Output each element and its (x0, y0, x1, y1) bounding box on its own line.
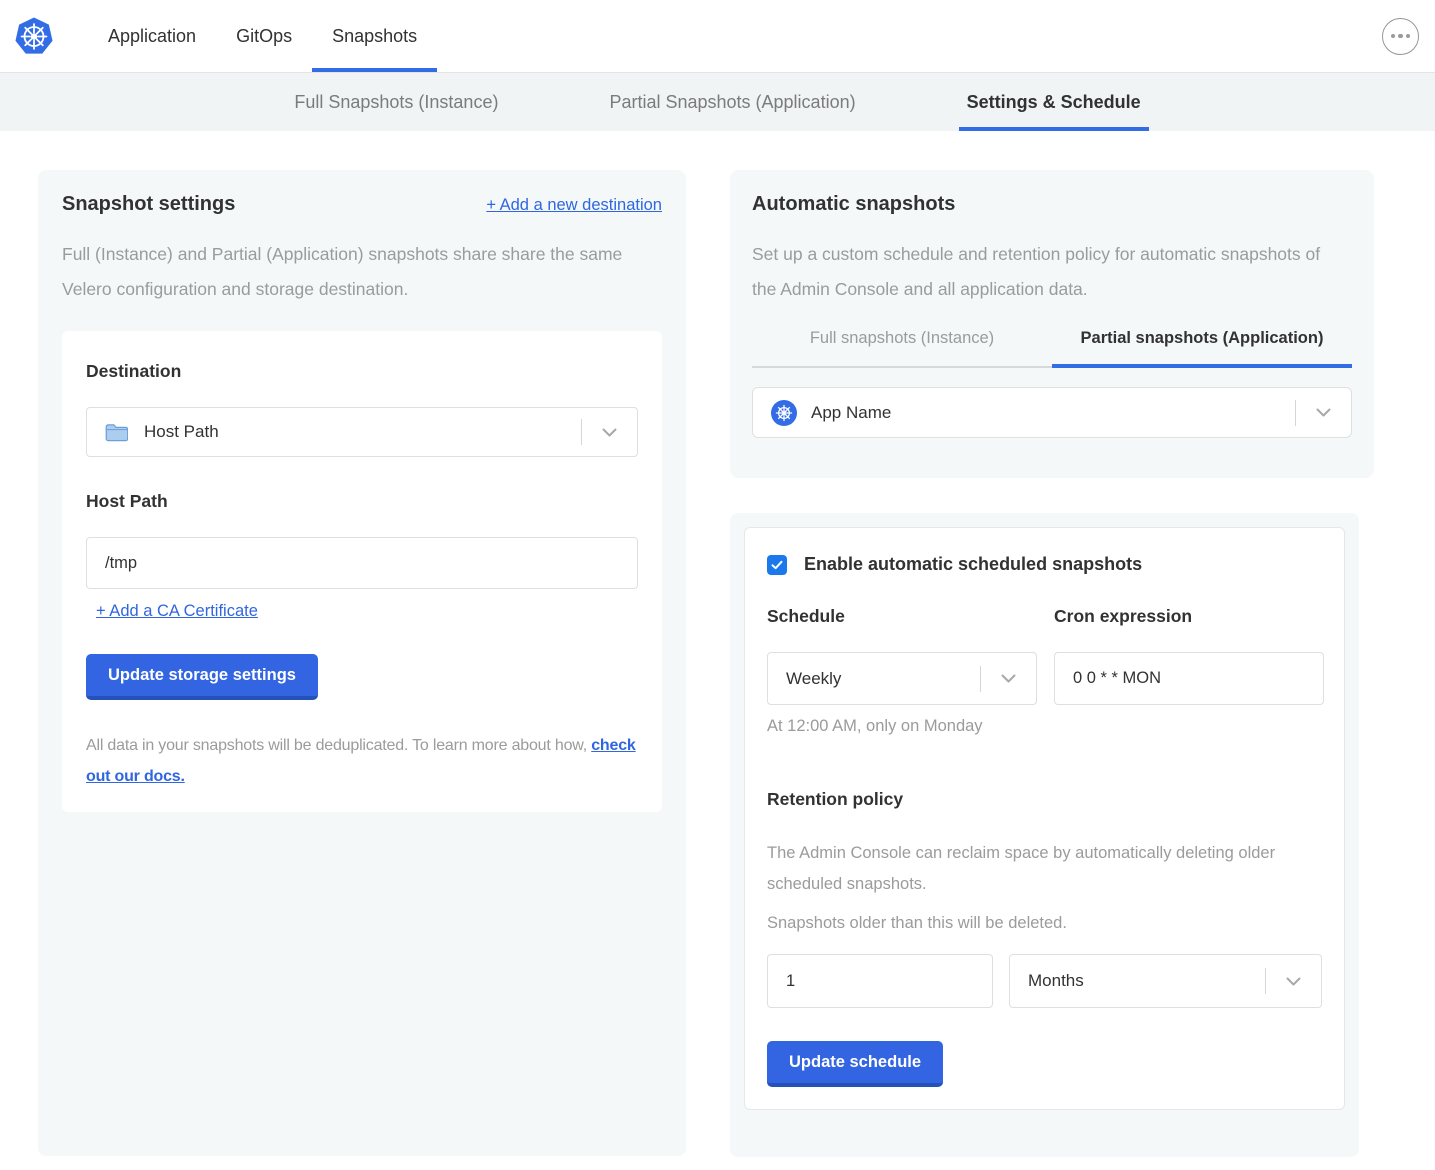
schedule-section: Enable automatic scheduled snapshots Sch… (730, 513, 1359, 1157)
enable-snapshots-row: Enable automatic scheduled snapshots (767, 554, 1322, 575)
automatic-snapshots-card: Automatic snapshots Set up a custom sche… (730, 170, 1374, 478)
cron-readable-hint: At 12:00 AM, only on Monday (767, 717, 1322, 736)
subnav-tab-settings-schedule[interactable]: Settings & Schedule (959, 73, 1149, 131)
app-select-value: App Name (811, 403, 891, 423)
destination-select[interactable]: Host Path (86, 407, 638, 457)
subnav-tab-full-snapshots[interactable]: Full Snapshots (Instance) (286, 73, 506, 131)
retention-unit-select[interactable]: Months (1009, 954, 1322, 1008)
kubernetes-logo-icon (15, 0, 53, 72)
more-options-button[interactable] (1382, 18, 1419, 55)
tab-partial-snapshots-application[interactable]: Partial snapshots (Application) (1052, 329, 1352, 368)
automatic-snapshots-description: Set up a custom schedule and retention p… (752, 237, 1337, 307)
destination-value: Host Path (144, 422, 219, 442)
add-destination-link[interactable]: + Add a new destination (486, 196, 662, 215)
dedup-note-text: All data in your snapshots will be dedup… (86, 737, 587, 754)
snapshot-settings-description: Full (Instance) and Partial (Application… (62, 237, 647, 307)
update-schedule-button[interactable]: Update schedule (767, 1041, 943, 1087)
snapshots-subnav: Full Snapshots (Instance) Partial Snapsh… (0, 73, 1435, 131)
retention-unit-value: Months (1028, 971, 1084, 991)
retention-policy-title: Retention policy (767, 789, 1322, 810)
retention-hint: Snapshots older than this will be delete… (767, 914, 1322, 933)
kubernetes-app-icon (771, 400, 797, 426)
checkmark-icon (771, 560, 783, 570)
tab-full-snapshots-instance[interactable]: Full snapshots (Instance) (752, 329, 1052, 368)
snapshots-settings-page: Application GitOps Snapshots Full Snapsh… (0, 0, 1435, 1157)
retention-fields: Months (767, 954, 1322, 1008)
nav-tab-application[interactable]: Application (88, 0, 216, 72)
automatic-snapshots-title: Automatic snapshots (752, 193, 1352, 216)
chevron-down-icon (582, 428, 637, 437)
main-content: Snapshot settings + Add a new destinatio… (0, 131, 1435, 1157)
cron-expression-input[interactable] (1054, 652, 1324, 705)
nav-tab-gitops[interactable]: GitOps (216, 0, 312, 72)
enable-snapshots-checkbox[interactable] (767, 555, 787, 575)
schedule-card: Enable automatic scheduled snapshots Sch… (744, 527, 1345, 1110)
subnav-tab-partial-snapshots[interactable]: Partial Snapshots (Application) (601, 73, 863, 131)
ellipsis-icon (1391, 34, 1396, 39)
chevron-down-icon (981, 674, 1036, 683)
destination-label: Destination (86, 361, 638, 382)
chevron-down-icon (1296, 408, 1351, 417)
schedule-interval-value: Weekly (786, 669, 841, 689)
add-ca-certificate-link[interactable]: + Add a CA Certificate (96, 602, 258, 621)
app-header: Application GitOps Snapshots (0, 0, 1435, 73)
dedup-note: All data in your snapshots will be dedup… (86, 730, 638, 792)
nav-tab-snapshots[interactable]: Snapshots (312, 0, 437, 72)
storage-settings-panel: Destination Host Path (62, 331, 662, 812)
schedule-fields: Schedule Cron expression Weekly (767, 606, 1322, 705)
snapshot-settings-card: Snapshot settings + Add a new destinatio… (38, 170, 686, 1156)
chevron-down-icon (1266, 977, 1321, 986)
update-storage-settings-button[interactable]: Update storage settings (86, 654, 318, 700)
folder-icon (105, 423, 128, 442)
snapshot-settings-title: Snapshot settings (62, 193, 235, 216)
enable-snapshots-label: Enable automatic scheduled snapshots (804, 554, 1142, 575)
app-select[interactable]: App Name (752, 387, 1352, 438)
host-path-input[interactable] (86, 537, 638, 589)
right-column: Automatic snapshots Set up a custom sche… (730, 170, 1374, 1157)
snapshot-type-tabs: Full snapshots (Instance) Partial snapsh… (752, 329, 1352, 368)
cron-expression-label: Cron expression (1054, 606, 1324, 627)
retention-policy-description: The Admin Console can reclaim space by a… (767, 838, 1295, 900)
retention-amount-input[interactable] (767, 954, 993, 1008)
schedule-label: Schedule (767, 606, 1037, 627)
host-path-label: Host Path (86, 491, 638, 512)
main-nav: Application GitOps Snapshots (88, 0, 437, 72)
schedule-interval-select[interactable]: Weekly (767, 652, 1037, 705)
